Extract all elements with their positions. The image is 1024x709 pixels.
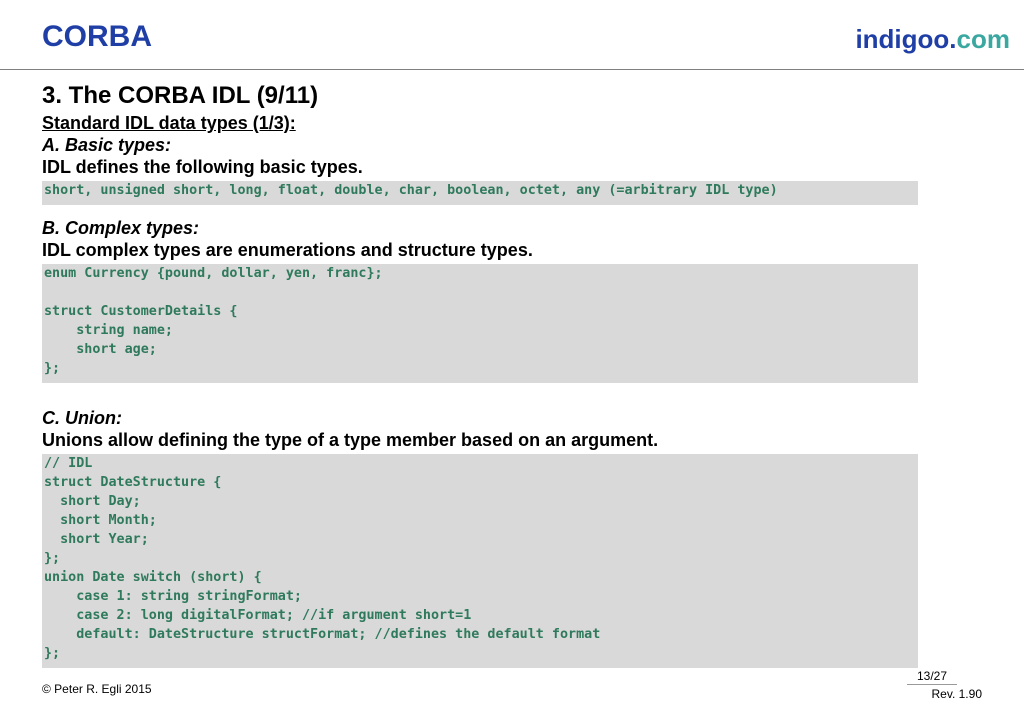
code-block: // IDL struct DateStructure { short Day;… — [42, 454, 918, 668]
footer-page-info: 13/27 Rev. 1.90 — [872, 669, 982, 701]
footer-copyright: © Peter R. Egli 2015 — [42, 682, 152, 696]
code-line: short Day; — [44, 494, 141, 509]
code-line: string name; — [44, 323, 173, 338]
brand-domain-suffix: com — [956, 24, 1010, 54]
code-line: struct CustomerDetails { — [44, 304, 238, 319]
code-block: short, unsigned short, long, float, doub… — [42, 181, 918, 205]
code-line: short Month; — [44, 513, 157, 528]
slide-content: 3. The CORBA IDL (9/11) Standard IDL dat… — [42, 82, 922, 668]
code-block: enum Currency {pound, dollar, yen, franc… — [42, 264, 918, 383]
code-line: struct DateStructure { — [44, 475, 222, 490]
code-line: default: DateStructure structFormat; //d… — [44, 627, 601, 642]
section-heading: A. Basic types: — [42, 135, 172, 155]
section-heading: B. Complex types: — [42, 218, 200, 238]
code-line: union Date switch (short) { — [44, 570, 262, 585]
section-union: C. Union: Unions allow defining the type… — [42, 407, 922, 668]
section-description: IDL complex types are enumerations and s… — [42, 240, 533, 260]
code-line: // IDL — [44, 456, 93, 471]
revision-label: Rev. 1.90 — [931, 687, 982, 701]
section-basic-types: A. Basic types: IDL defines the followin… — [42, 134, 922, 205]
code-line: short age; — [44, 342, 157, 357]
header-divider — [0, 69, 1024, 70]
code-line: enum Currency {pound, dollar, yen, franc… — [44, 266, 383, 281]
brand-logo-text: indigoo.com — [855, 26, 1010, 52]
code-line: case 1: string stringFormat; — [44, 589, 302, 604]
page-number: 13/27 — [907, 669, 957, 685]
code-line: short Year; — [44, 532, 149, 547]
code-line: case 2: long digitalFormat; //if argumen… — [44, 608, 472, 623]
code-line: }; — [44, 361, 61, 376]
code-line: }; — [44, 551, 61, 566]
slide-header: CORBA indigoo.com — [0, 0, 1024, 70]
section-description: Unions allow defining the type of a type… — [42, 430, 659, 450]
slide-topic-title: CORBA — [42, 20, 152, 53]
slide-subtitle: Standard IDL data types (1/3): — [42, 113, 296, 133]
code-line: }; — [44, 646, 61, 661]
section-description: IDL defines the following basic types. — [42, 157, 363, 177]
brand-name: indigoo. — [855, 24, 957, 54]
slide-title: 3. The CORBA IDL (9/11) — [42, 82, 319, 109]
section-complex-types: B. Complex types: IDL complex types are … — [42, 217, 922, 383]
section-heading: C. Union: — [42, 408, 122, 428]
code-line: short, unsigned short, long, float, doub… — [44, 183, 778, 198]
